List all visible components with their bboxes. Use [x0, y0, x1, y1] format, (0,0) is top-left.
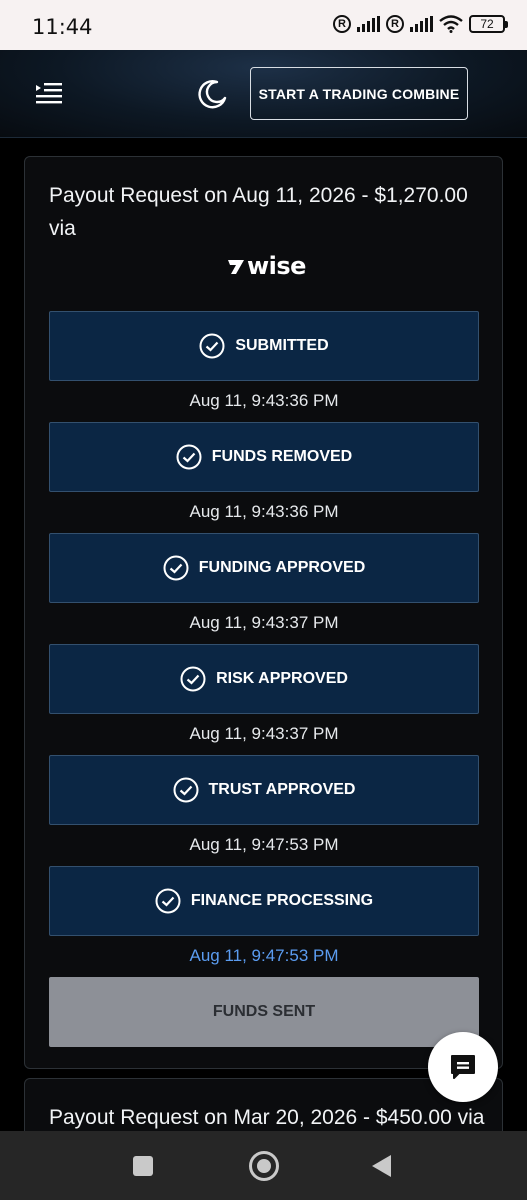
step-label: RISK APPROVED — [216, 670, 348, 687]
step-time: Aug 11, 9:43:36 PM — [189, 391, 339, 410]
step-time: Aug 11, 9:43:37 PM — [189, 724, 339, 743]
step-label: FUNDING APPROVED — [198, 559, 366, 576]
step-label: FINANCE PROCESSING — [190, 892, 374, 909]
system-nav-bar — [0, 1131, 527, 1200]
wifi-icon — [439, 15, 463, 33]
step-time: Aug 11, 9:43:37 PM — [189, 613, 339, 632]
moon-icon[interactable] — [196, 78, 228, 110]
status-icons: R R 72 — [333, 15, 508, 33]
recents-icon[interactable] — [133, 1156, 153, 1176]
chat-icon — [451, 1055, 475, 1079]
step-funding-approved: FUNDING APPROVED — [49, 533, 479, 603]
check-circle-icon — [199, 333, 225, 359]
back-icon[interactable] — [372, 1155, 391, 1177]
payout-list: Payout Request on Aug 11, 2026 - $1,270.… — [0, 138, 527, 1131]
battery-icon: 72 — [469, 15, 508, 33]
step-time: Aug 11, 9:47:53 PM — [189, 835, 339, 854]
wise-logo: wise — [227, 252, 306, 280]
step-label: FUNDS REMOVED — [211, 448, 353, 465]
start-trading-combine-button[interactable]: START A TRADING COMBINE — [250, 67, 468, 120]
signal-icon — [410, 16, 433, 32]
status-time: 11:44 — [32, 15, 93, 39]
step-risk-approved: RISK APPROVED — [49, 644, 479, 714]
wise-wordmark: wise — [247, 252, 306, 280]
menu-icon[interactable] — [36, 82, 62, 104]
step-finance-processing: FINANCE PROCESSING — [49, 866, 479, 936]
check-circle-icon — [173, 777, 198, 803]
app-header: START A TRADING COMBINE — [0, 50, 527, 138]
payout-title: Payout Request on Aug 11, 2026 - $1,270.… — [49, 184, 468, 240]
check-circle-icon — [155, 888, 181, 914]
step-label: SUBMITTED — [235, 337, 329, 354]
step-trust-approved: TRUST APPROVED — [49, 755, 479, 825]
step-funds-sent: FUNDS SENT — [49, 977, 479, 1047]
home-icon[interactable] — [249, 1151, 279, 1181]
check-circle-icon — [163, 555, 189, 581]
chat-button[interactable] — [428, 1032, 498, 1102]
check-circle-icon — [176, 444, 202, 470]
step-time: Aug 11, 9:43:36 PM — [189, 502, 339, 521]
signal-icon — [357, 16, 380, 32]
step-time-current: Aug 11, 9:47:53 PM — [189, 946, 339, 965]
status-bar: 11:44 R R 72 — [0, 0, 527, 50]
wise-flag-icon — [228, 260, 244, 274]
check-circle-icon — [180, 666, 206, 692]
step-label: TRUST APPROVED — [208, 781, 356, 798]
battery-level: 72 — [480, 17, 494, 31]
registered-icon: R — [386, 15, 404, 33]
step-submitted: SUBMITTED — [49, 311, 479, 381]
payout-card: Payout Request on Mar 20, 2026 - $450.00… — [24, 1078, 503, 1131]
payout-title: Payout Request on Mar 20, 2026 - $450.00… — [49, 1106, 485, 1129]
step-funds-removed: FUNDS REMOVED — [49, 422, 479, 492]
step-label: FUNDS SENT — [212, 1003, 316, 1020]
payout-card: Payout Request on Aug 11, 2026 - $1,270.… — [24, 156, 503, 1069]
registered-icon: R — [333, 15, 351, 33]
